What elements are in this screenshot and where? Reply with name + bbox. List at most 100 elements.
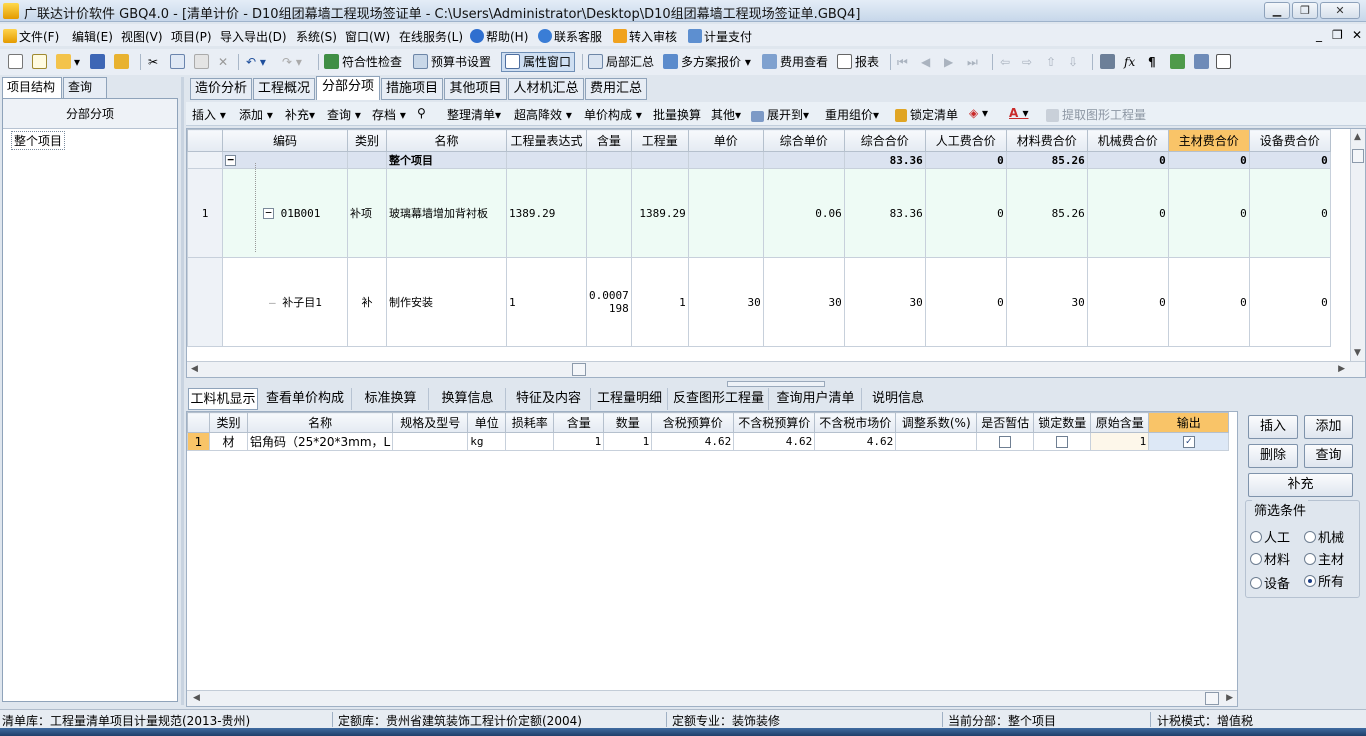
tab-graphic-qty[interactable]: 反查图形工程量 [669, 388, 769, 410]
cell-qty[interactable]: 1389.29 [630, 168, 689, 258]
grid-settings-icon[interactable] [1194, 53, 1212, 71]
paragraph-icon[interactable]: ¶ [1148, 53, 1156, 71]
copy-icon[interactable] [170, 53, 188, 71]
tab-measure-items[interactable]: 措施项目 [381, 78, 443, 100]
menu-online-service[interactable]: 在线服务(L) [399, 28, 463, 45]
grid-vertical-scrollbar[interactable]: ▲ ▼ [1350, 129, 1365, 361]
cell-machine[interactable]: 0 [1086, 168, 1169, 258]
cell-price[interactable] [687, 168, 764, 258]
tab-qty-detail[interactable]: 工程量明细 [592, 388, 668, 410]
table-row-project[interactable]: − 整个项目 83.36 0 85.26 0 0 0 [187, 151, 1331, 169]
tree-item-whole-project[interactable]: 整个项目 [11, 131, 66, 150]
supplement-dropdown[interactable]: 补充▾ [285, 106, 315, 123]
menu-import-export[interactable]: 导入导出(D) [220, 28, 287, 45]
cell-qty-expr[interactable]: 1 [506, 257, 587, 347]
move-up-icon[interactable]: ⇧ [1046, 53, 1056, 71]
cell-labor[interactable]: 0 [924, 257, 1007, 347]
first-icon[interactable]: ⏮ [897, 53, 908, 71]
undo-icon[interactable]: ↶ ▾ [246, 53, 266, 71]
col-header-adjust-factor[interactable]: 调整系数(%) [895, 412, 978, 433]
redo-icon[interactable]: ↷ ▾ [282, 53, 302, 71]
col-header-type[interactable]: 类别 [347, 129, 387, 152]
supplement-button[interactable]: 补充 [1248, 473, 1353, 497]
tab-user-list[interactable]: 查询用户清单 [770, 388, 862, 410]
cell-name[interactable]: 制作安装 [386, 257, 507, 347]
move-right-icon[interactable]: ⇨ [1022, 53, 1032, 71]
menu-transfer-audit[interactable]: 转入审核 [613, 28, 677, 45]
radio-all[interactable]: 所有 [1304, 571, 1344, 590]
cell-loss-rate[interactable] [505, 432, 555, 451]
mdi-close-button[interactable]: ✕ [1352, 28, 1362, 42]
add-dropdown[interactable]: 添加 ▾ [239, 106, 273, 123]
scroll-right-icon[interactable]: ▶ [1338, 364, 1345, 374]
compliance-check-button[interactable]: 符合性检查 [324, 53, 402, 71]
cube-icon[interactable] [1170, 53, 1188, 71]
col-header-equipment[interactable]: 设备费合价 [1248, 129, 1331, 152]
calculator-icon[interactable] [1100, 53, 1118, 71]
cell-main-material[interactable]: 0 [1167, 257, 1250, 347]
col-header-labor[interactable]: 人工费合价 [924, 129, 1007, 152]
cell-type[interactable]: 补 [347, 257, 387, 347]
cell-machine[interactable]: 0 [1086, 257, 1169, 347]
mdi-minimize-button[interactable]: _ [1316, 28, 1322, 42]
expand-to-dropdown[interactable]: 展开到▾ [751, 106, 809, 123]
tab-other-items[interactable]: 其他项目 [444, 78, 507, 100]
col-header-machine[interactable]: 机械费合价 [1086, 129, 1169, 152]
col-header-name[interactable]: 名称 [246, 412, 394, 433]
cell-equipment[interactable]: 0 [1248, 168, 1331, 258]
cell-comp-price[interactable]: 30 [762, 257, 845, 347]
table-row-list-item[interactable]: 1 − 01B001 补项 玻璃幕墙增加背衬板 1389.29 1389.29 … [187, 162, 1331, 258]
col-header-orig-content[interactable]: 原始含量 [1090, 412, 1150, 433]
query-button[interactable]: 查询 [1304, 444, 1353, 468]
font-color-icon[interactable]: A ▾ [1009, 106, 1029, 120]
cell-spec[interactable] [392, 432, 469, 451]
maximize-button[interactable]: ❐ [1292, 2, 1318, 19]
tab-fee-summary[interactable]: 费用汇总 [585, 78, 647, 100]
tab-description[interactable]: 说明信息 [863, 388, 933, 410]
delete-button[interactable]: 删除 [1248, 444, 1298, 468]
col-header-notax-market[interactable]: 不含税市场价 [814, 412, 897, 433]
query-dropdown[interactable]: 查询 ▾ [327, 106, 361, 123]
cell-project-equipment[interactable]: 0 [1248, 151, 1331, 169]
prev-icon[interactable]: ◀ [921, 53, 930, 71]
collapse-icon[interactable]: − [225, 154, 236, 166]
cell-comp-price[interactable]: 0.06 [762, 168, 845, 258]
multi-quote-button[interactable]: 多方案报价 ▾ [663, 53, 751, 71]
tab-unit-price-composition[interactable]: 查看单价构成 [259, 388, 352, 410]
col-header-comp-total[interactable]: 综合合价 [843, 129, 926, 152]
col-header-content[interactable]: 含量 [553, 412, 605, 433]
cell-equipment[interactable]: 0 [1248, 257, 1331, 347]
new-file-icon[interactable] [8, 53, 26, 71]
col-header-name[interactable]: 名称 [386, 129, 507, 152]
lower-horizontal-scrollbar[interactable]: ◀ ▶ [187, 690, 1237, 706]
open-folder-icon[interactable]: ▾ [56, 53, 80, 71]
menu-contact-service[interactable]: 联系客服 [538, 28, 602, 45]
insert-dropdown[interactable]: 插入 ▾ [192, 106, 226, 123]
scroll-up-icon[interactable]: ▲ [1354, 132, 1361, 142]
cell-code[interactable]: 补子目1 [282, 296, 322, 309]
save-icon[interactable] [90, 53, 108, 71]
col-header-quantity[interactable]: 数量 [603, 412, 653, 433]
cell-notax-market[interactable]: 4.62 [814, 432, 897, 451]
menu-help[interactable]: 帮助(H) [470, 28, 528, 45]
lock-qty-checkbox[interactable] [1056, 436, 1069, 448]
scroll-thumb[interactable] [572, 363, 586, 376]
move-left-icon[interactable]: ⇦ [1000, 53, 1010, 71]
col-header-loss-rate[interactable]: 损耗率 [505, 412, 555, 433]
cell-unit[interactable]: kg [467, 432, 507, 451]
cell-adjust-factor[interactable] [895, 432, 978, 451]
tab-features[interactable]: 特征及内容 [507, 388, 591, 410]
next-icon[interactable]: ▶ [944, 53, 953, 71]
menu-edit[interactable]: 编辑(E) [72, 28, 113, 45]
unit-price-comp-dropdown[interactable]: 单价构成 ▾ [584, 106, 642, 123]
table-row[interactable]: 1 材 铝角码（25*20*3mm，L kg 1 1 4.62 4.62 4.6… [187, 432, 1230, 451]
menu-system[interactable]: 系统(S) [296, 28, 337, 45]
menu-file[interactable]: 文件(F) [3, 28, 59, 45]
property-window-button[interactable]: 属性窗口 [501, 52, 576, 72]
provisional-checkbox[interactable] [999, 436, 1012, 448]
cell-type[interactable]: 材 [209, 432, 248, 451]
tab-labor-material-display[interactable]: 工料机显示 [188, 388, 258, 410]
tidy-list-dropdown[interactable]: 整理清单▾ [447, 106, 501, 123]
cell-tax-budget[interactable]: 4.62 [651, 432, 735, 451]
cell-quantity[interactable]: 1 [603, 432, 653, 451]
